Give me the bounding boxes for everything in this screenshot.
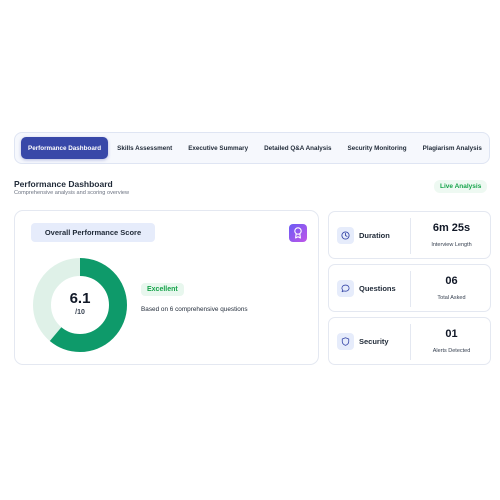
clock-icon	[337, 227, 354, 244]
award-ribbon-icon[interactable]	[289, 224, 307, 242]
tab-detailed-qa-analysis[interactable]: Detailed Q&A Analysis	[257, 137, 338, 159]
tab-performance-dashboard[interactable]: Performance Dashboard	[21, 137, 109, 159]
security-value: 01	[445, 328, 458, 340]
score-max: /10	[75, 309, 85, 316]
tab-security-monitoring[interactable]: Security Monitoring	[341, 137, 414, 159]
questions-sub: Total Asked	[437, 295, 466, 301]
questions-value: 06	[445, 275, 458, 287]
security-label: Security	[359, 337, 389, 346]
duration-value: 6m 25s	[432, 222, 471, 234]
questions-stat-card: Questions 06 Total Asked	[328, 264, 491, 312]
rating-badge: Excellent	[141, 283, 184, 296]
security-stat-card: Security 01 Alerts Detected	[328, 317, 491, 365]
security-sub: Alerts Detected	[432, 348, 471, 354]
page-subtitle: Comprehensive analysis and scoring overv…	[14, 190, 130, 196]
tab-skills-assessment[interactable]: Skills Assessment	[110, 137, 179, 159]
live-analysis-badge: Live Analysis	[434, 180, 488, 193]
duration-sub: Interview Length	[431, 242, 472, 248]
tab-bar: Performance Dashboard Skills Assessment …	[14, 132, 490, 164]
score-card-title: Overall Performance Score	[31, 223, 155, 242]
score-description: Based on 6 comprehensive questions	[141, 306, 248, 313]
overall-score-card: Overall Performance Score 6.1 /10 Excell…	[14, 210, 319, 365]
page-title: Performance Dashboard	[14, 179, 113, 189]
tab-executive-summary[interactable]: Executive Summary	[181, 137, 255, 159]
questions-label: Questions	[359, 284, 396, 293]
score-value: 6.1	[69, 290, 91, 307]
tab-plagiarism-analysis[interactable]: Plagiarism Analysis	[416, 137, 489, 159]
award-ribbon-glyph	[294, 227, 302, 239]
duration-label: Duration	[359, 231, 390, 240]
duration-stat-card: Duration 6m 25s Interview Length	[328, 211, 491, 259]
shield-icon	[337, 333, 354, 350]
chat-bubble-icon	[337, 280, 354, 297]
